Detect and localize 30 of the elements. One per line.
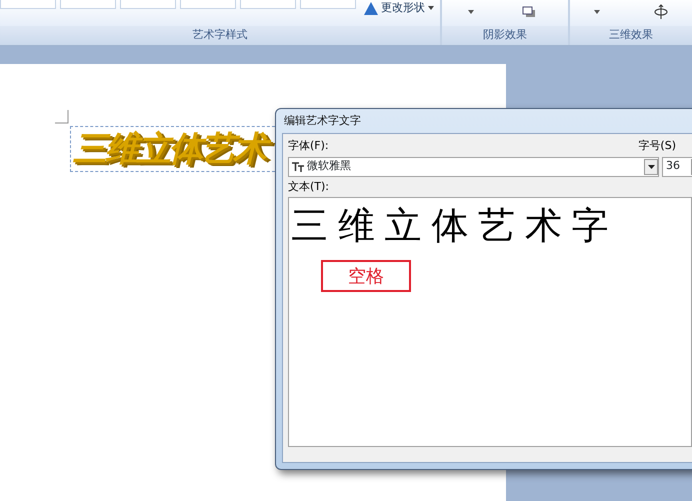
text-value: 三 维 立 体 艺 术 字: [291, 203, 610, 249]
style-thumbnail[interactable]: [300, 0, 356, 9]
font-value: 微软雅黑: [307, 158, 352, 174]
dropdown-arrow-icon[interactable]: [468, 10, 474, 14]
group-label: 艺术字样式: [192, 27, 248, 44]
dialog-title: 编辑艺术字文字: [283, 112, 362, 129]
text-label: 文本(T):: [288, 178, 330, 194]
callout-annotation: 空格: [321, 260, 411, 292]
font-label: 字体(F):: [288, 138, 329, 154]
triangle-icon: [364, 2, 378, 14]
dropdown-arrow-icon[interactable]: [594, 10, 600, 14]
font-dropdown[interactable]: 微软雅黑: [288, 156, 660, 176]
style-thumbnail[interactable]: [60, 0, 116, 9]
group-label: 三维效果: [609, 27, 653, 44]
tilt-icon[interactable]: [654, 4, 668, 20]
font-type-icon: [292, 162, 304, 172]
text-input[interactable]: 三 维 立 体 艺 术 字 空格: [288, 197, 692, 447]
change-shape-button[interactable]: 更改形状: [362, 0, 436, 16]
style-thumbnail[interactable]: [0, 0, 56, 9]
size-value: 36: [666, 158, 681, 174]
group-label: 阴影效果: [483, 27, 527, 44]
style-thumbnail[interactable]: [120, 0, 176, 9]
margin-corner-icon: [55, 110, 69, 124]
style-thumbnail[interactable]: [180, 0, 236, 9]
size-dropdown[interactable]: 36: [662, 156, 692, 176]
caret-icon: [428, 6, 434, 10]
style-thumbnail[interactable]: [240, 0, 296, 9]
shadow-icon[interactable]: [522, 6, 538, 20]
size-label: 字号(S): [638, 138, 676, 154]
caret-icon: [648, 164, 655, 168]
